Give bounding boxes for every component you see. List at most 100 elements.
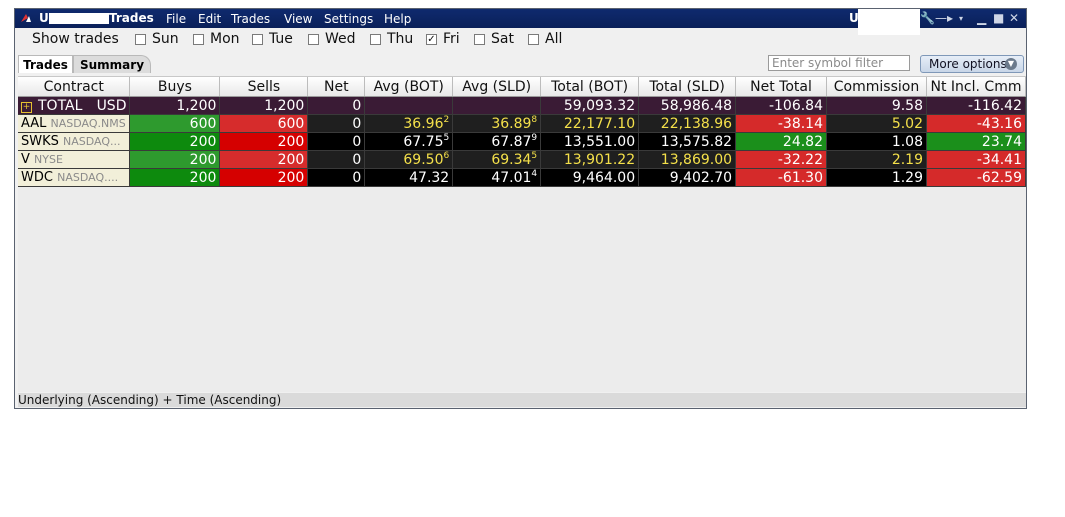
contract-cell[interactable]: AAL NASDAQ.NMS bbox=[18, 114, 131, 133]
wrench-icon[interactable]: 🔧 bbox=[920, 11, 935, 25]
day-wed[interactable]: Wed bbox=[308, 31, 356, 47]
pin-icon[interactable]: —▸ bbox=[935, 11, 953, 25]
net-total-cell: -38.14 bbox=[735, 114, 827, 133]
sells-cell: 200 bbox=[219, 168, 309, 187]
commission-cell: 5.02 bbox=[826, 114, 927, 133]
col-nt-incl-cmm[interactable]: Nt Incl. Cmm bbox=[926, 77, 1027, 97]
total-sld-cell: 13,575.82 bbox=[638, 132, 737, 151]
total-sells: 1,200 bbox=[219, 96, 309, 115]
menu-file[interactable]: File bbox=[166, 12, 186, 26]
menu-trades[interactable]: Trades bbox=[231, 12, 270, 26]
menu-view[interactable]: View bbox=[284, 12, 312, 26]
nt-incl-cell: 23.74 bbox=[926, 132, 1027, 151]
total-net: 0 bbox=[307, 96, 366, 115]
show-trades-bar: Show trades Sun Mon Tue Wed Thu ✓ Fri Sat… bbox=[15, 29, 1026, 51]
avg-bot-sup: 5 bbox=[443, 132, 450, 143]
table-row[interactable]: V NYSE 200 200 0 69.506 69.345 13,901.22… bbox=[18, 150, 1027, 169]
checkbox[interactable] bbox=[528, 33, 539, 45]
total-sld-cell: 22,138.96 bbox=[638, 114, 737, 133]
day-fri[interactable]: ✓ Fri bbox=[426, 31, 460, 47]
net-total-cell: -32.22 bbox=[735, 150, 827, 169]
symbol-filter-input[interactable]: Enter symbol filter bbox=[768, 55, 910, 71]
minimize-icon[interactable]: ▁ bbox=[977, 11, 986, 25]
col-total-sld[interactable]: Total (SLD) bbox=[638, 77, 737, 97]
day-tue[interactable]: Tue bbox=[252, 31, 293, 47]
checkbox-checked[interactable]: ✓ bbox=[426, 33, 437, 45]
avg-sld-value: 69.34 bbox=[491, 151, 532, 168]
sells-cell: 200 bbox=[219, 132, 309, 151]
total-sld-cell: 13,869.00 bbox=[638, 150, 737, 169]
total-bot-cell: 22,177.10 bbox=[540, 114, 640, 133]
contract-cell[interactable]: V NYSE bbox=[18, 150, 131, 169]
col-net[interactable]: Net bbox=[307, 77, 366, 97]
col-avg-sld[interactable]: Avg (SLD) bbox=[452, 77, 542, 97]
exchange: NASDAQ.... bbox=[57, 171, 119, 184]
checkbox[interactable] bbox=[308, 33, 319, 45]
day-mon[interactable]: Mon bbox=[193, 31, 240, 47]
tab-summary[interactable]: Summary bbox=[73, 55, 151, 73]
sort-status-bar: Underlying (Ascending) + Time (Ascending… bbox=[18, 393, 1026, 407]
chevron-down-icon[interactable]: ▾ bbox=[959, 14, 963, 23]
buys-cell: 200 bbox=[129, 150, 221, 169]
day-sun[interactable]: Sun bbox=[135, 31, 179, 47]
window-title: Trades bbox=[109, 11, 154, 25]
col-avg-bot[interactable]: Avg (BOT) bbox=[364, 77, 454, 97]
day-sat[interactable]: Sat bbox=[474, 31, 514, 47]
tab-trades[interactable]: Trades bbox=[18, 55, 73, 73]
menu-settings[interactable]: Settings bbox=[324, 12, 373, 26]
day-label: All bbox=[545, 31, 563, 47]
symbol: SWKS bbox=[21, 134, 59, 149]
table-row[interactable]: WDC NASDAQ.... 200 200 0 47.32 47.014 9,… bbox=[18, 168, 1027, 187]
menu-edit[interactable]: Edit bbox=[198, 12, 221, 26]
checkbox[interactable] bbox=[135, 33, 146, 45]
net-total-cell: -61.30 bbox=[735, 168, 827, 187]
nt-incl-cell: -34.41 bbox=[926, 150, 1027, 169]
day-thu[interactable]: Thu bbox=[370, 31, 413, 47]
day-label: Thu bbox=[387, 31, 414, 47]
nt-incl-cell: -62.59 bbox=[926, 168, 1027, 187]
symbol: WDC bbox=[21, 170, 53, 185]
commission-cell: 2.19 bbox=[826, 150, 927, 169]
total-bot-cell: 13,551.00 bbox=[540, 132, 640, 151]
avg-sld-cell: 69.345 bbox=[452, 150, 542, 169]
col-sells[interactable]: Sells bbox=[219, 77, 309, 97]
total-bot-cell: 9,464.00 bbox=[540, 168, 640, 187]
table-row[interactable]: AAL NASDAQ.NMS 600 600 0 36.962 36.898 2… bbox=[18, 114, 1027, 133]
trades-window: U Trades File Edit Trades View Settings … bbox=[14, 8, 1027, 409]
close-icon[interactable]: ✕ bbox=[1009, 11, 1019, 25]
contract-cell[interactable]: SWKS NASDAQ... bbox=[18, 132, 131, 151]
checkbox[interactable] bbox=[370, 33, 381, 45]
day-label: Tue bbox=[269, 31, 293, 47]
checkbox[interactable] bbox=[193, 33, 204, 45]
col-total-bot[interactable]: Total (BOT) bbox=[540, 77, 640, 97]
checkbox[interactable] bbox=[474, 33, 485, 45]
col-contract[interactable]: Contract bbox=[18, 77, 131, 97]
total-total-bot: 59,093.32 bbox=[540, 96, 640, 115]
app-logo-icon bbox=[21, 14, 31, 22]
expand-icon[interactable]: + bbox=[21, 101, 32, 113]
col-buys[interactable]: Buys bbox=[129, 77, 221, 97]
avg-sld-sup: 4 bbox=[531, 168, 538, 179]
buys-cell: 200 bbox=[129, 132, 221, 151]
commission-cell: 1.08 bbox=[826, 132, 927, 151]
avg-bot-cell: 36.962 bbox=[364, 114, 454, 133]
account-id-prefix: U bbox=[39, 11, 49, 25]
contract-cell[interactable]: WDC NASDAQ.... bbox=[18, 168, 131, 187]
dropdown-arrow-icon: ▼ bbox=[1005, 58, 1017, 70]
total-row[interactable]: + TOTAL USD 1,200 1,200 0 59,093.32 58,986… bbox=[18, 96, 1027, 115]
more-options-button[interactable]: More options ▼ bbox=[920, 55, 1024, 73]
trades-grid: Contract Buys Sells Net Avg (BOT) Avg (S… bbox=[18, 76, 1027, 392]
col-commission[interactable]: Commission bbox=[826, 77, 927, 97]
avg-bot-sup: 6 bbox=[443, 150, 450, 161]
day-label: Sat bbox=[491, 31, 514, 47]
total-contract-cell[interactable]: + TOTAL USD bbox=[18, 96, 131, 115]
col-net-total[interactable]: Net Total bbox=[735, 77, 827, 97]
checkbox[interactable] bbox=[252, 33, 263, 45]
symbol: V bbox=[21, 152, 30, 167]
maximize-icon[interactable]: ■ bbox=[993, 11, 1004, 25]
menu-help[interactable]: Help bbox=[384, 12, 411, 26]
total-commission: 9.58 bbox=[826, 96, 927, 115]
day-all[interactable]: All bbox=[528, 31, 562, 47]
table-row[interactable]: SWKS NASDAQ... 200 200 0 67.755 67.879 1… bbox=[18, 132, 1027, 151]
day-label: Wed bbox=[325, 31, 356, 47]
